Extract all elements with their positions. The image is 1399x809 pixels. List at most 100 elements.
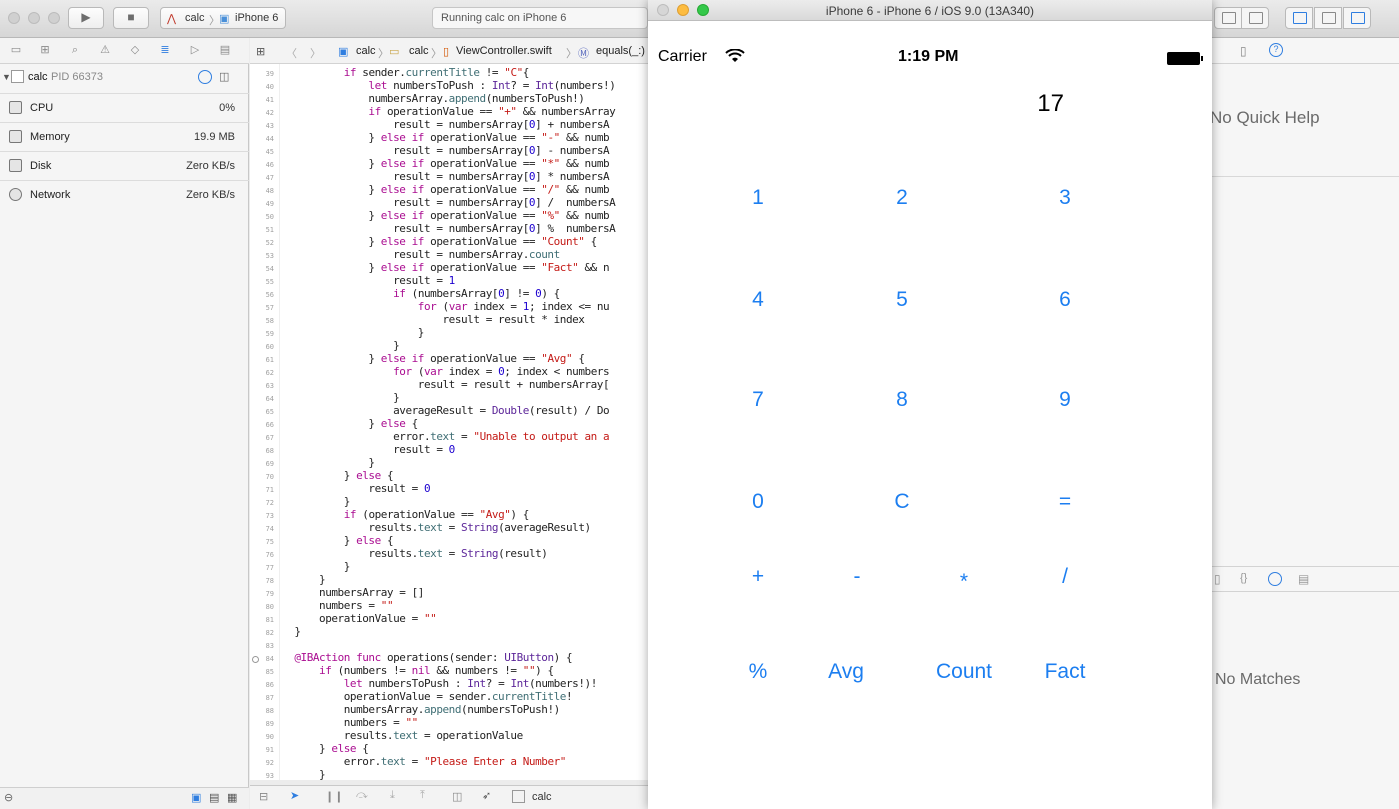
code-line: result = numbersArray[0] + numbersA: [282, 118, 610, 131]
code-line: if operationValue == "+" && numbersArray: [368, 105, 616, 118]
warning-icon[interactable]: ⚠: [98, 44, 112, 56]
simulator-window: iPhone 6 - iPhone 6 / iOS 9.0 (13A340) C…: [648, 0, 1212, 809]
search-icon[interactable]: ⌕: [68, 44, 82, 56]
gauge-disk[interactable]: Disk Zero KB/s: [0, 151, 249, 180]
line-number: 53: [265, 252, 274, 260]
test-icon[interactable]: ◇: [128, 44, 142, 56]
gauge-memory[interactable]: Memory 19.9 MB: [0, 122, 249, 151]
digit-3-button[interactable]: 3: [1015, 186, 1115, 210]
gauge-network[interactable]: Network Zero KB/s: [0, 180, 249, 209]
gauge-cpu[interactable]: CPU 0%: [0, 93, 249, 122]
ibaction-connection-icon[interactable]: [252, 656, 259, 663]
code-line: result = 0: [282, 482, 431, 495]
view-debugger-icon[interactable]: ◫: [452, 790, 462, 803]
toggle-debug-area-button[interactable]: [1314, 7, 1342, 29]
quick-help-icon[interactable]: ?: [1269, 43, 1283, 57]
debug-icon[interactable]: ≣: [158, 44, 172, 56]
utilities-area: ▯ ? No Quick Help ▯ {} ▤ No Matches: [1210, 38, 1399, 809]
digit-6-button[interactable]: 6: [1015, 288, 1115, 312]
media-library-icon[interactable]: ▤: [1298, 572, 1309, 586]
close-window-button[interactable]: [8, 12, 20, 24]
breakpoints-toggle-icon[interactable]: ➤: [290, 789, 299, 802]
toggle-navigator-button[interactable]: [1285, 7, 1313, 29]
digit-5-button[interactable]: 5: [852, 288, 952, 312]
iphone-screen[interactable]: Carrier 1:19 PM: [648, 22, 1212, 809]
symbol-icon[interactable]: ⊞: [38, 44, 52, 56]
digit-2-button[interactable]: 2: [852, 186, 952, 210]
count-button[interactable]: Count: [914, 660, 1014, 684]
divide-button[interactable]: /: [1015, 565, 1115, 589]
report-icon[interactable]: ▤: [218, 44, 232, 56]
step-into-icon[interactable]: ⤓: [390, 789, 395, 802]
process-pid: PID 66373: [51, 71, 103, 83]
jumpbar-group[interactable]: calc: [409, 45, 429, 57]
toggle-utilities-button[interactable]: [1343, 7, 1371, 29]
stop-icon: ■: [127, 10, 135, 24]
code-snippet-icon[interactable]: {}: [1240, 572, 1247, 584]
avg-button[interactable]: Avg: [796, 660, 896, 684]
digit-1-button[interactable]: 1: [708, 186, 808, 210]
jumpbar-method[interactable]: equals(_:): [596, 45, 645, 57]
line-number: 82: [265, 629, 274, 637]
digit-8-button[interactable]: 8: [852, 388, 952, 412]
digit-4-button[interactable]: 4: [708, 288, 808, 312]
stop-button[interactable]: ■: [113, 7, 149, 29]
run-button[interactable]: ▶: [68, 7, 104, 29]
gauge-icon[interactable]: [198, 70, 212, 84]
scheme-selector[interactable]: ⋀ calc 〉 ▣ iPhone 6: [160, 7, 286, 29]
jumpbar-project[interactable]: calc: [356, 45, 376, 57]
equals-button[interactable]: =: [1015, 490, 1115, 514]
line-number: 41: [265, 96, 274, 104]
code-line: result = result + numbersArray[: [282, 378, 610, 391]
digit-7-button[interactable]: 7: [708, 388, 808, 412]
modulo-button[interactable]: %: [708, 660, 808, 684]
library-empty-label: No Matches: [1215, 671, 1301, 688]
code-line: if (operationValue == "Avg") {: [343, 508, 530, 521]
standard-editor-button[interactable]: [1214, 7, 1242, 29]
show-threads-icon[interactable]: ▤: [209, 791, 219, 804]
breakpoint-icon[interactable]: ▷: [188, 44, 202, 56]
line-number: 73: [265, 512, 274, 520]
fact-button[interactable]: Fact: [1015, 660, 1115, 684]
debug-target-label[interactable]: calc: [532, 791, 552, 803]
plus-button[interactable]: +: [708, 565, 808, 589]
object-library-icon[interactable]: [1268, 572, 1282, 586]
code-line: } else if operationValue == "-" && numb: [282, 131, 610, 144]
multiply-button[interactable]: *: [914, 570, 1014, 594]
clear-button[interactable]: C: [852, 490, 952, 514]
pause-icon[interactable]: ❙❙: [325, 790, 343, 803]
digit-0-button[interactable]: 0: [708, 490, 808, 514]
navigator-tabs: ▭ ⊞ ⌕ ⚠ ◇ ≣ ▷ ▤: [0, 38, 249, 64]
step-over-icon[interactable]: ⤼: [356, 789, 368, 802]
filter-icon[interactable]: ⊖: [4, 791, 13, 804]
source-editor[interactable]: 39 40 41 42 43 44 45 46 47 48 49 50 51 5…: [250, 64, 650, 780]
version-editor-button[interactable]: [1241, 7, 1269, 29]
digit-9-button[interactable]: 9: [1015, 388, 1115, 412]
gauge-value: 0%: [219, 102, 235, 114]
line-number: 79: [265, 590, 274, 598]
line-number: 87: [265, 694, 274, 702]
related-items-icon[interactable]: ⊞: [256, 45, 265, 58]
back-arrow-icon[interactable]: 〈: [286, 45, 297, 61]
line-number-gutter[interactable]: 39 40 41 42 43 44 45 46 47 48 49 50 51 5…: [250, 64, 280, 780]
line-number: 55: [265, 278, 274, 286]
step-out-icon[interactable]: ⤒: [420, 789, 425, 802]
minimize-window-button[interactable]: [28, 12, 40, 24]
minus-button[interactable]: -: [807, 565, 907, 589]
show-queues-icon[interactable]: ▦: [227, 791, 237, 804]
code-line: results.text = operationValue: [282, 729, 523, 742]
folder-icon[interactable]: ▭: [9, 44, 23, 56]
view-process-icon[interactable]: ◫: [219, 70, 229, 83]
file-inspector-icon[interactable]: ▯: [1240, 44, 1247, 58]
forward-arrow-icon[interactable]: 〉: [310, 45, 321, 61]
jumpbar-file[interactable]: ViewController.swift: [456, 45, 552, 57]
process-row[interactable]: ▼ calc PID 66373 ◫: [0, 68, 249, 90]
status-time: 1:19 PM: [898, 48, 959, 65]
location-icon[interactable]: ➶: [482, 789, 491, 802]
zoom-window-button[interactable]: [48, 12, 60, 24]
hide-debug-area-icon[interactable]: ⊟: [259, 790, 268, 803]
show-cpu-icon[interactable]: ▣: [191, 791, 201, 804]
disclosure-triangle-icon[interactable]: ▼: [2, 72, 11, 82]
file-template-icon[interactable]: ▯: [1214, 572, 1221, 586]
